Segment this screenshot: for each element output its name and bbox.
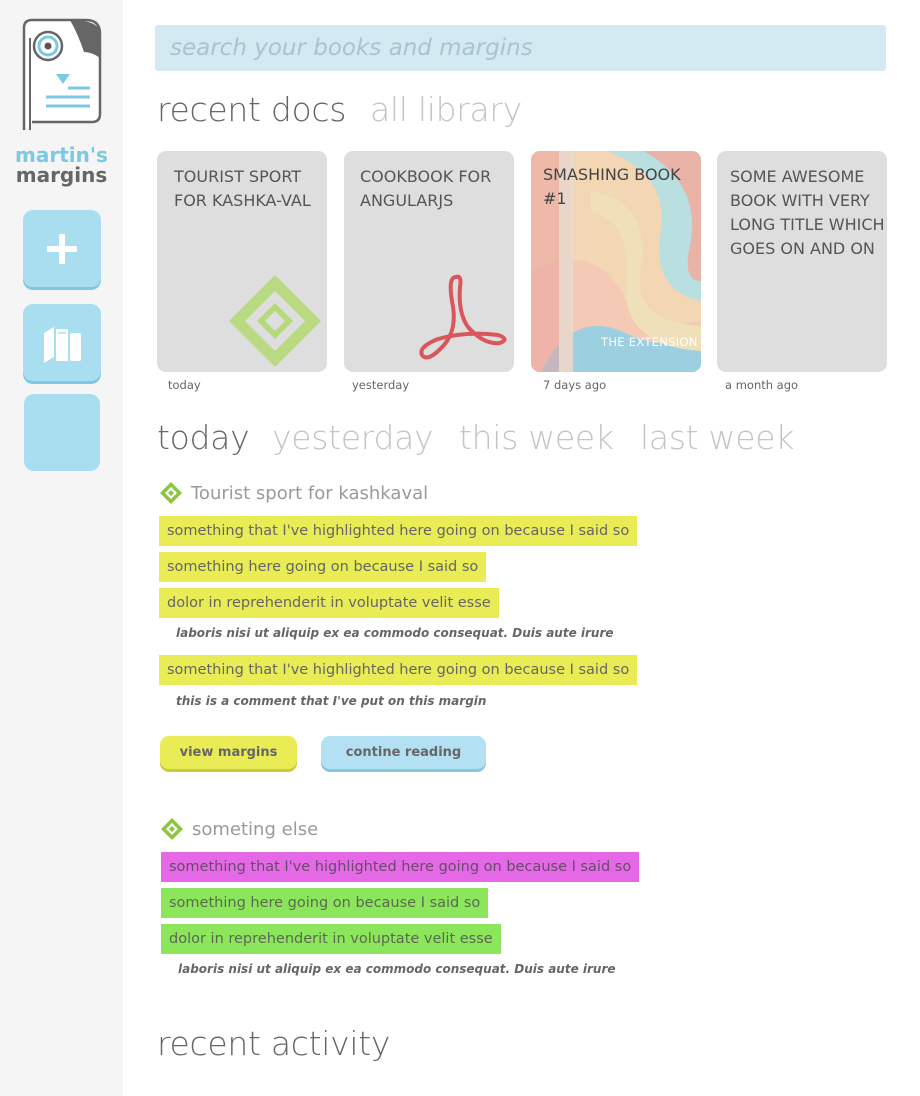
doc-card-awesome-book[interactable]: SOME AWESOME BOOK WITH VERY LONG TITLE W…: [717, 151, 887, 372]
margin-note: this is a comment that I've put on this …: [176, 694, 487, 708]
brand-name: martin's: [15, 143, 108, 167]
blank-button[interactable]: [24, 394, 100, 471]
doc-title: COOKBOOK FOR ANGULARJS: [360, 167, 492, 210]
tab-recent-docs[interactable]: recent docs: [157, 90, 346, 129]
pdf-icon: [419, 274, 507, 360]
book-link-someting-else[interactable]: someting else: [160, 817, 318, 841]
tab-this-week[interactable]: this week: [459, 418, 614, 457]
tab-yesterday[interactable]: yesterday: [272, 418, 434, 457]
continue-reading-button[interactable]: contine reading: [321, 736, 486, 769]
tab-all-library[interactable]: all library: [370, 90, 522, 129]
highlight[interactable]: dolor in reprehenderit in voluptate veli…: [159, 588, 499, 618]
book-link-tourist-sport[interactable]: Tourist sport for kashkaval: [159, 481, 428, 505]
recent-activity-heading: recent activity: [157, 1024, 391, 1063]
cover-text: THE EXTENSION: [601, 335, 698, 349]
doc-date: yesterday: [352, 378, 410, 392]
highlight[interactable]: something here going on because I said s…: [159, 552, 487, 582]
doc-title: SMASHING BOOK #1: [543, 165, 681, 208]
margin-note: laboris nisi ut aliquip ex ea commodo co…: [178, 962, 616, 976]
tab-today[interactable]: today: [157, 418, 250, 457]
doc-card-tourist-sport[interactable]: TOURIST SPORT FOR KASHKA-VAL: [157, 151, 327, 372]
plus-icon: [47, 233, 77, 264]
add-button[interactable]: [23, 210, 101, 287]
tab-last-week[interactable]: last week: [640, 418, 794, 457]
highlight[interactable]: something here going on because I said s…: [161, 888, 489, 918]
epub-icon: [160, 482, 182, 504]
sidebar: martin's margins: [0, 0, 123, 1096]
monocle-page-logo[interactable]: [20, 18, 104, 134]
highlight[interactable]: something that I've highlighted here goi…: [161, 852, 640, 882]
highlight[interactable]: something that I've highlighted here goi…: [159, 516, 638, 546]
highlight[interactable]: something that I've highlighted here goi…: [159, 655, 638, 685]
books-icon: [44, 326, 81, 363]
book-title: Tourist sport for kashkaval: [191, 482, 429, 504]
view-margins-button[interactable]: view margins: [160, 736, 297, 769]
doc-card-cookbook[interactable]: COOKBOOK FOR ANGULARJS: [344, 151, 514, 372]
library-button[interactable]: [23, 304, 101, 381]
doc-date: 7 days ago: [543, 378, 607, 392]
search-input[interactable]: [155, 25, 886, 71]
doc-date: a month ago: [725, 378, 799, 392]
doc-date: today: [168, 378, 201, 392]
book-title: someting else: [192, 818, 319, 840]
margin-note: laboris nisi ut aliquip ex ea commodo co…: [176, 626, 614, 640]
highlight[interactable]: dolor in reprehenderit in voluptate veli…: [161, 924, 501, 954]
doc-card-smashing-book[interactable]: SMASHING BOOK #1 THE EXTENSION: [531, 151, 701, 372]
epub-icon: [229, 275, 321, 367]
doc-title: SOME AWESOME BOOK WITH VERY LONG TITLE W…: [730, 167, 885, 258]
doc-title: TOURIST SPORT FOR KASHKA-VAL: [174, 167, 311, 210]
brand-subtitle: margins: [15, 163, 108, 187]
epub-icon: [161, 818, 183, 840]
